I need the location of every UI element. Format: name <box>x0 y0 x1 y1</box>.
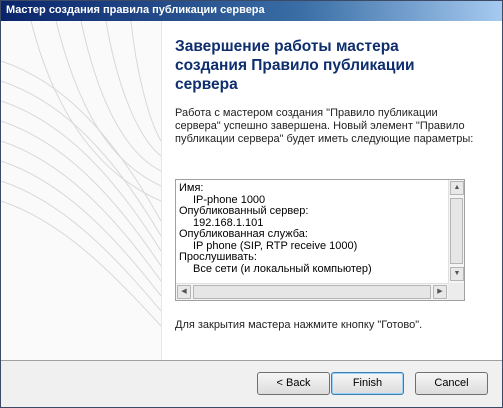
horizontal-scrollbar[interactable]: ◀ ▶ <box>176 283 448 300</box>
window-title: Мастер создания правила публикации серве… <box>6 4 265 16</box>
wizard-content: Завершение работы мастера создания Прави… <box>1 21 502 360</box>
scroll-right-arrow-icon[interactable]: ▶ <box>433 285 447 299</box>
scroll-corner <box>448 283 464 300</box>
wizard-window: Мастер создания правила публикации серве… <box>0 0 503 408</box>
horizontal-scroll-thumb[interactable] <box>193 285 431 299</box>
summary-label-service: Опубликованная служба: <box>179 228 308 240</box>
button-bar: < Back Finish Cancel <box>1 360 502 407</box>
vertical-scrollbar[interactable]: ▲ ▼ <box>448 180 464 283</box>
scroll-up-arrow-icon[interactable]: ▲ <box>450 181 464 195</box>
wizard-side-graphic <box>1 21 162 360</box>
summary-label-listen: Прослушивать: <box>179 251 257 263</box>
back-button[interactable]: < Back <box>257 372 330 395</box>
summary-box[interactable]: Имя: IP-phone 1000 Опубликованный сервер… <box>175 179 465 301</box>
finish-button[interactable]: Finish <box>331 372 404 395</box>
summary-label-name: Имя: <box>179 182 204 194</box>
summary-label-server: Опубликованный сервер: <box>179 205 309 217</box>
wizard-intro-text: Работа с мастером создания "Правило публ… <box>175 107 474 145</box>
summary-value-listen: Все сети (и локальный компьютер) <box>193 262 372 275</box>
scroll-left-arrow-icon[interactable]: ◀ <box>177 285 191 299</box>
summary-text: Имя: IP-phone 1000 Опубликованный сервер… <box>177 181 449 284</box>
wave-graphic-icon <box>1 21 161 327</box>
finish-instruction: Для закрытия мастера нажмите кнопку "Гот… <box>175 319 423 331</box>
cancel-button[interactable]: Cancel <box>415 372 488 395</box>
wizard-heading: Завершение работы мастера создания Прави… <box>175 38 415 93</box>
title-bar[interactable]: Мастер создания правила публикации серве… <box>1 1 502 21</box>
scroll-down-arrow-icon[interactable]: ▼ <box>450 267 464 281</box>
vertical-scroll-thumb[interactable] <box>450 198 463 264</box>
